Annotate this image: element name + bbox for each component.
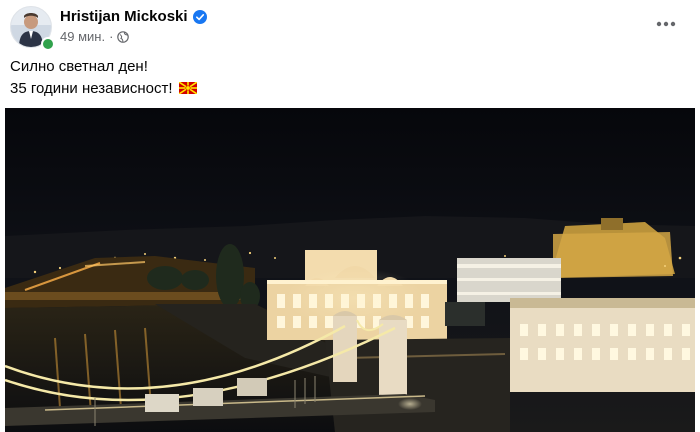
online-status-dot [41,37,55,51]
post-author: Hristijan Mickoski [60,8,207,25]
more-options-icon[interactable] [652,14,680,34]
avatar-container[interactable] [10,6,55,51]
post-text-line-1: Силно светнал ден! [10,58,148,75]
meta-separator: · [109,29,114,44]
post-text: Силно светнал ден! 35 години независност… [10,56,198,100]
facebook-post: Hristijan Mickoski 49 мин. · Силно светн… [0,0,700,432]
post-meta: 49 мин. · [60,29,130,44]
verified-badge-icon [192,9,207,24]
post-text-line-2-text: 35 години независност! [10,80,173,97]
post-text-line-2: 35 години независност! [10,78,198,100]
flag-north-macedonia-icon [178,79,198,95]
night-city-photo [5,108,695,432]
author-name[interactable]: Hristijan Mickoski [60,8,188,25]
post-photo[interactable] [5,108,695,432]
globe-icon[interactable] [117,30,130,43]
post-timestamp[interactable]: 49 мин. [60,29,105,44]
